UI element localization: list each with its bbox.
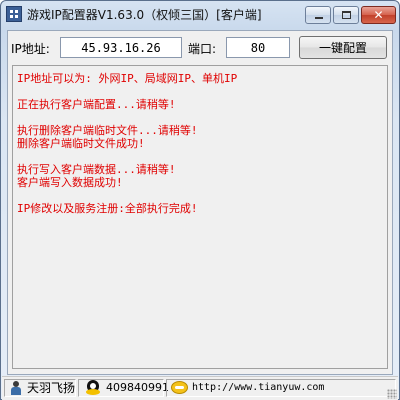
log-line: 删除客户端临时文件成功! xyxy=(17,137,145,150)
author-name: 天羽飞扬 xyxy=(27,381,76,395)
qq-number: 409840991 xyxy=(106,381,169,394)
log-output[interactable]: IP地址可以为: 外网IP、局域网IP、单机IP 正在执行客户端配置...请稍等… xyxy=(12,65,388,369)
chat-bubble-icon xyxy=(171,381,188,394)
status-panel-qq[interactable]: 409840991 xyxy=(78,379,169,397)
title-bar[interactable]: 游戏IP配置器V1.63.0（权倾三国）[客户端] ✕ xyxy=(1,1,399,29)
maximize-button[interactable] xyxy=(333,6,359,24)
window-title: 游戏IP配置器V1.63.0（权倾三国）[客户端] xyxy=(27,8,262,22)
minimize-icon xyxy=(315,17,323,19)
ip-label: IP地址: xyxy=(11,42,50,56)
person-icon xyxy=(9,381,23,395)
close-button[interactable]: ✕ xyxy=(361,6,396,24)
app-window: 游戏IP配置器V1.63.0（权倾三国）[客户端] ✕ IP地址: 端口: 一键… xyxy=(0,0,400,400)
port-input[interactable] xyxy=(226,37,290,58)
log-line: 正在执行客户端配置...请稍等! xyxy=(17,98,176,111)
status-panel-website[interactable]: http://www.tianyuw.com xyxy=(166,379,396,397)
log-line: IP地址可以为: 外网IP、局域网IP、单机IP xyxy=(17,72,238,85)
log-spacer xyxy=(17,150,383,163)
ip-input[interactable] xyxy=(60,37,182,58)
minimize-button[interactable] xyxy=(305,6,331,24)
log-line: 执行删除客户端临时文件...请稍等! xyxy=(17,124,198,137)
qq-penguin-icon xyxy=(84,380,102,396)
status-bar: 天羽飞扬 409840991 http://www.tianyuw.com xyxy=(2,376,398,400)
log-line: 客户端写入数据成功! xyxy=(17,176,123,189)
log-spacer xyxy=(17,85,383,98)
app-icon xyxy=(6,6,22,22)
resize-grip[interactable] xyxy=(387,389,397,399)
website-link[interactable]: http://www.tianyuw.com xyxy=(192,380,324,396)
close-icon: ✕ xyxy=(373,8,384,22)
log-spacer xyxy=(17,189,383,202)
one-click-config-button[interactable]: 一键配置 xyxy=(299,36,387,59)
maximize-icon xyxy=(342,11,351,19)
log-spacer xyxy=(17,111,383,124)
log-line: IP修改以及服务注册:全部执行完成! xyxy=(17,202,198,215)
client-area: IP地址: 端口: 一键配置 IP地址可以为: 外网IP、局域网IP、单机IP … xyxy=(7,30,393,375)
log-line: 执行写入客户端数据...请稍等! xyxy=(17,163,176,176)
port-label: 端口: xyxy=(188,42,217,56)
status-panel-author: 天羽飞扬 xyxy=(4,379,76,397)
